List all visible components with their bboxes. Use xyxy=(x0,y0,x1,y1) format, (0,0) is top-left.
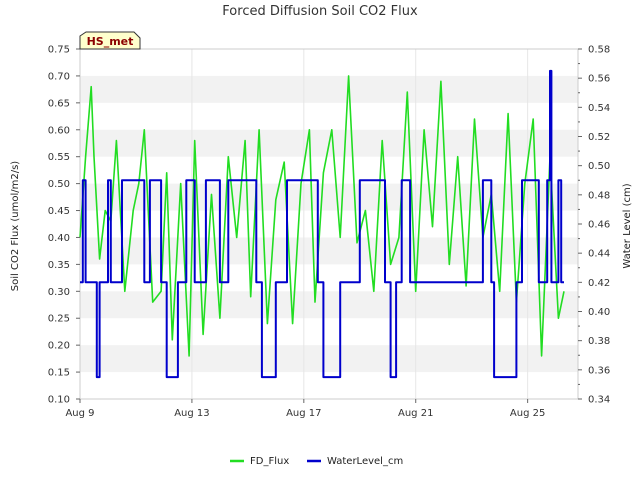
y-axis-title-right: Water Level (cm) xyxy=(622,183,633,268)
y2-tick-label: 0.50 xyxy=(588,161,610,172)
y-tick-label: 0.15 xyxy=(48,368,70,379)
y2-tick-label: 0.36 xyxy=(588,365,610,376)
x-tick-label: Aug 21 xyxy=(398,408,433,419)
y-tick-label: 0.55 xyxy=(48,152,70,163)
y-tick-label: 0.25 xyxy=(48,314,70,325)
y-tick-label: 0.45 xyxy=(48,206,70,217)
x-tick-label: Aug 13 xyxy=(174,408,209,419)
y-axis-title-left: Soil CO2 Flux (umol/m2/s) xyxy=(10,161,21,291)
x-tick-label: Aug 17 xyxy=(286,408,321,419)
y2-tick-label: 0.58 xyxy=(588,45,610,56)
y-tick-label: 0.10 xyxy=(48,395,70,406)
x-tick-label: Aug 25 xyxy=(510,408,545,419)
site-label: HS_met xyxy=(87,35,134,48)
y2-tick-label: 0.44 xyxy=(588,249,610,260)
site-label-box: HS_met xyxy=(79,31,141,50)
x-tick-label: Aug 9 xyxy=(65,408,94,419)
y2-tick-label: 0.56 xyxy=(588,74,610,85)
y2-tick-label: 0.46 xyxy=(588,220,610,231)
y2-tick-label: 0.48 xyxy=(588,190,610,201)
y2-tick-label: 0.34 xyxy=(588,395,610,406)
grid-band xyxy=(80,237,578,265)
grid-band xyxy=(80,345,578,373)
y2-tick-label: 0.52 xyxy=(588,132,610,143)
grid-band xyxy=(80,291,578,319)
grid-band xyxy=(80,75,578,103)
y-tick-label: 0.75 xyxy=(48,45,70,56)
y-tick-label: 0.20 xyxy=(48,341,70,352)
y2-tick-label: 0.40 xyxy=(588,307,610,318)
y-tick-label: 0.50 xyxy=(48,179,70,190)
y-tick-label: 0.35 xyxy=(48,260,70,271)
y2-tick-label: 0.42 xyxy=(588,278,610,289)
y-tick-label: 0.60 xyxy=(48,125,70,136)
chart-title: Forced Diffusion Soil CO2 Flux xyxy=(222,4,418,19)
y-tick-label: 0.30 xyxy=(48,287,70,298)
chart: 0.10 0.15 0.20 0.25 0.30 0.35 0.40 0.45 0.50 0.55… xyxy=(0,0,640,480)
legend-label-fd-flux: FD_Flux xyxy=(250,456,289,467)
y-tick-label: 0.70 xyxy=(48,71,70,82)
y2-tick-label: 0.54 xyxy=(588,103,610,114)
y-tick-label: 0.40 xyxy=(48,233,70,244)
legend-label-water-level: WaterLevel_cm xyxy=(327,456,403,467)
y-tick-label: 0.65 xyxy=(48,98,70,109)
y2-tick-label: 0.38 xyxy=(588,336,610,347)
